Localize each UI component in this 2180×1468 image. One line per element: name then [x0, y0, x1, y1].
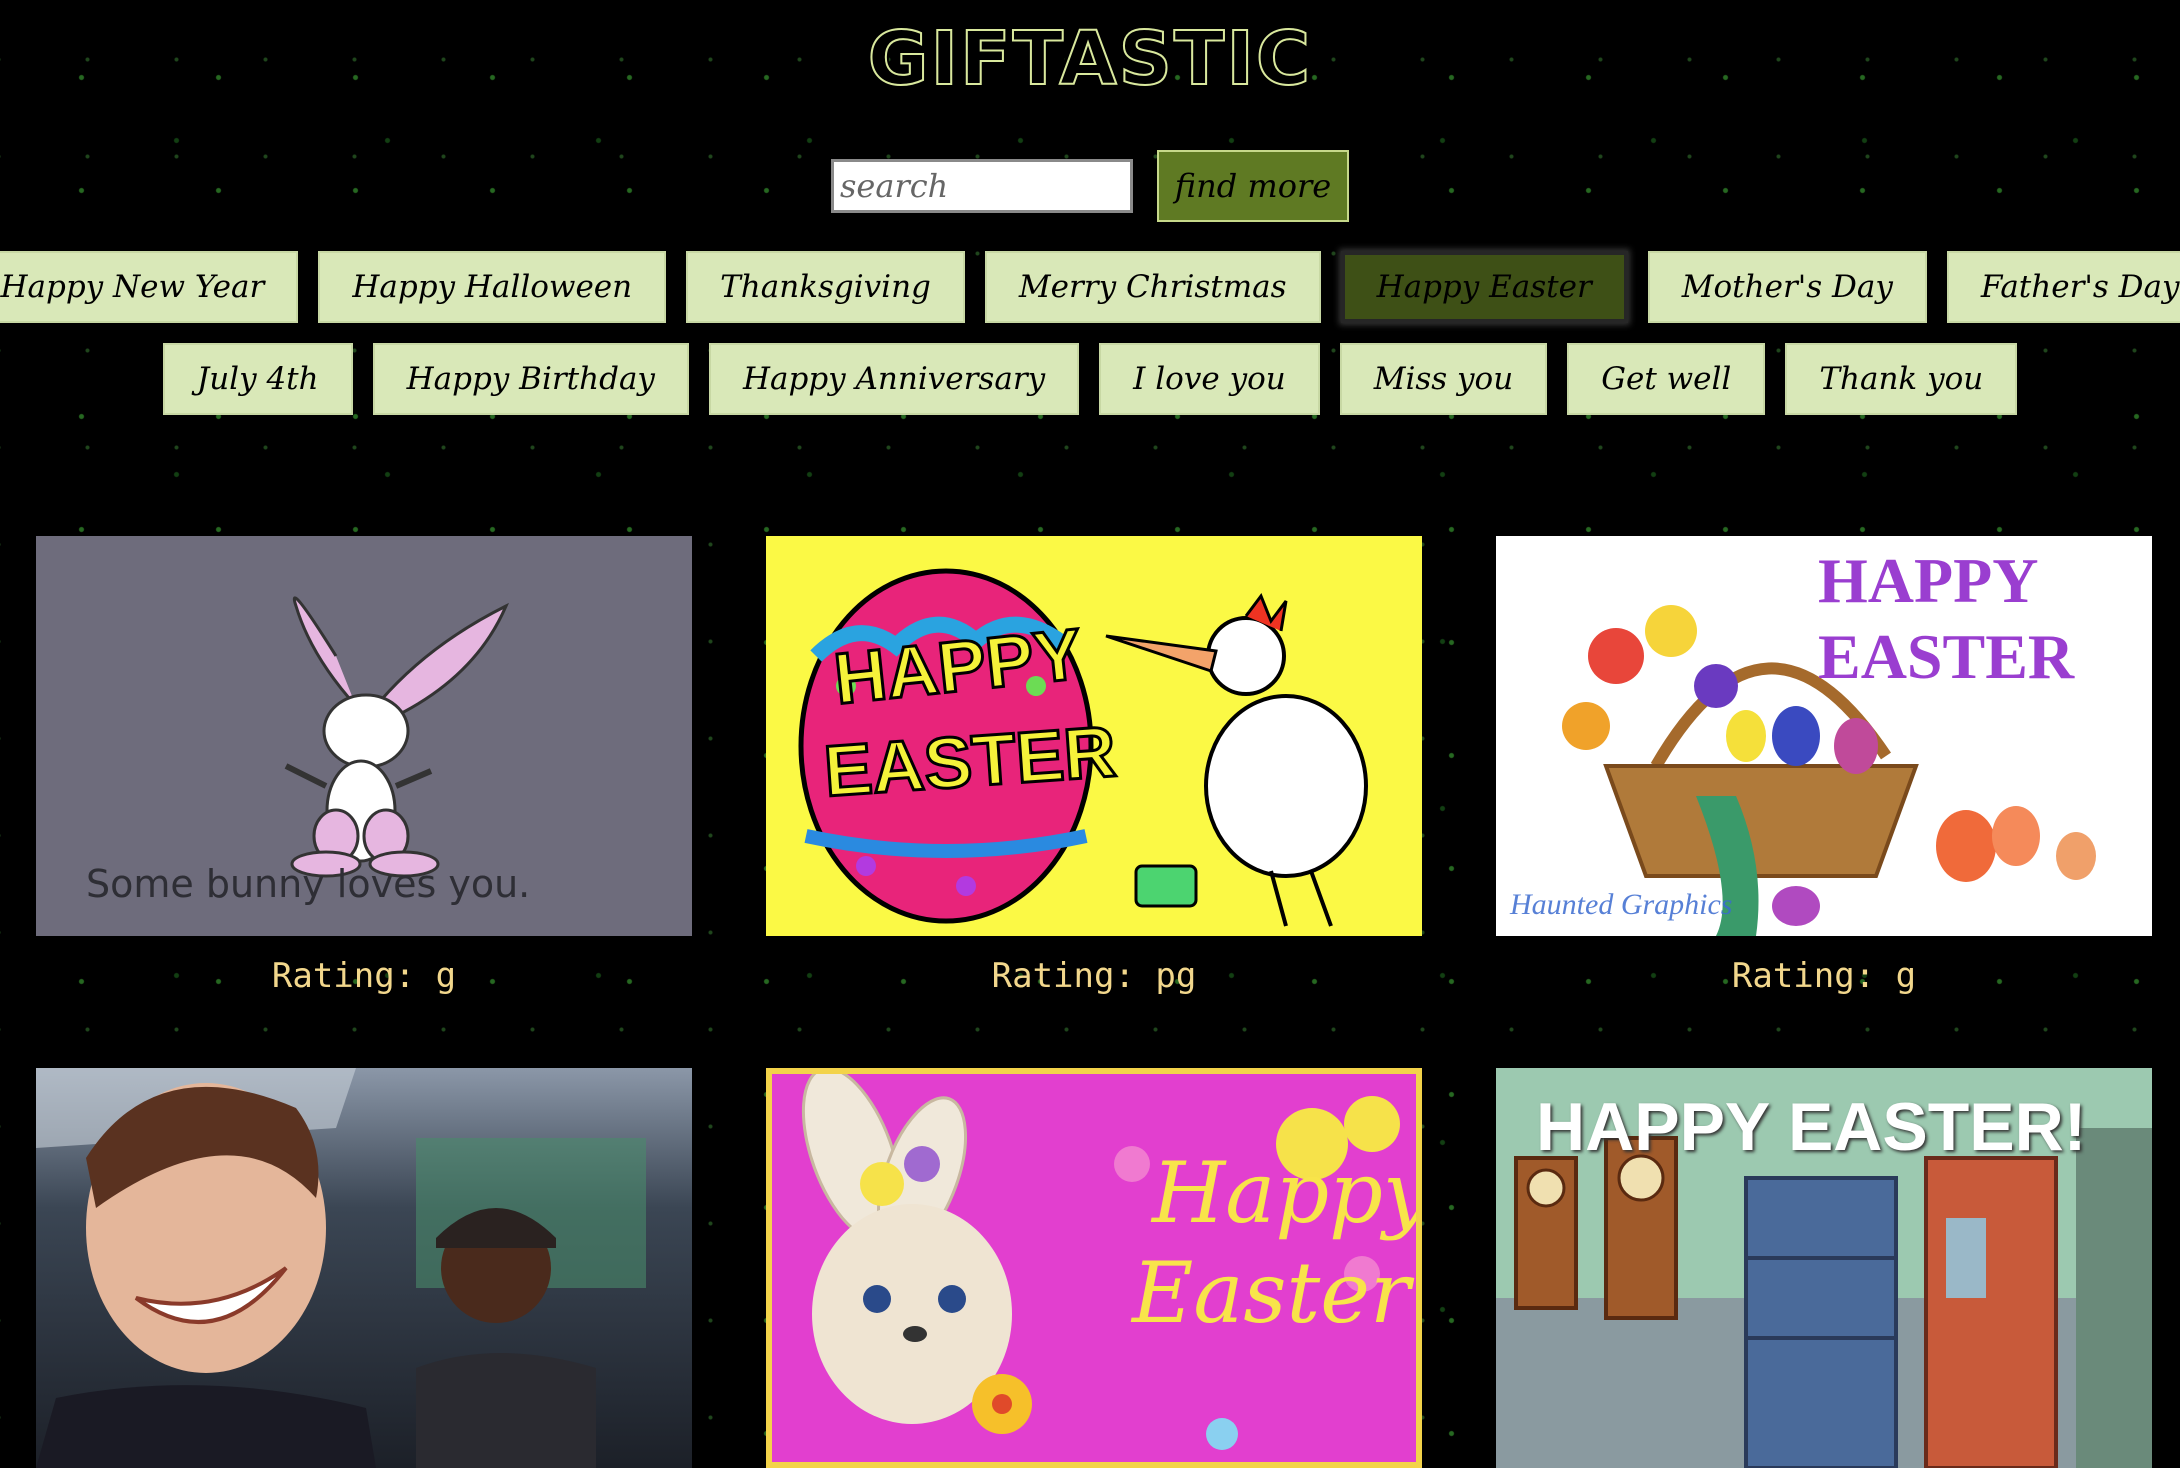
category-button-get-well[interactable]: Get well — [1567, 343, 1766, 415]
category-button-happy-birthday[interactable]: Happy Birthday — [372, 343, 689, 415]
gif-rating: Rating: pg — [991, 956, 1197, 996]
category-button-merry-christmas[interactable]: Merry Christmas — [984, 251, 1321, 323]
category-button-miss-you[interactable]: Miss you — [1339, 343, 1548, 415]
gif-signature: Haunted Graphics — [1510, 888, 1733, 921]
gif-text-line1: HAPPY — [1818, 545, 2039, 616]
gif-text-line2: Easter — [1132, 1244, 1411, 1342]
category-button-happy-easter[interactable]: Happy Easter — [1340, 251, 1628, 323]
gif-image[interactable]: Some bunny loves you. — [36, 536, 692, 936]
search-bar: find more — [0, 150, 2180, 222]
category-button-thank-you[interactable]: Thank you — [1785, 343, 2018, 415]
category-button-happy-halloween[interactable]: Happy Halloween — [318, 251, 667, 323]
gif-text-line1: Happy — [1152, 1144, 1422, 1242]
category-button-happy-anniversary[interactable]: Happy Anniversary — [708, 343, 1080, 415]
category-button-july-4th[interactable]: July 4th — [162, 343, 353, 415]
gif-image[interactable] — [36, 1068, 692, 1468]
gif-image[interactable]: HAPPY EASTER Haunted Graphics — [1496, 536, 2152, 936]
app-title: GIFTASTIC — [867, 15, 1313, 103]
gif-rating: Rating: g — [271, 956, 457, 996]
gif-image[interactable]: HAPPY EASTER — [766, 536, 1422, 936]
gif-card: HAPPY EASTER Haunted Graphics Rating: g — [1496, 536, 2152, 996]
find-more-button[interactable]: find more — [1157, 150, 1349, 222]
category-buttons-row-1: Happy New Year Happy Halloween Thanksgiv… — [0, 251, 2180, 323]
gif-card: Some bunny loves you. Rating: g — [36, 536, 692, 996]
category-buttons-row-2: July 4th Happy Birthday Happy Anniversar… — [0, 343, 2180, 415]
category-button-happy-new-year[interactable]: Happy New Year — [0, 251, 299, 323]
gif-text-line2: EASTER — [1818, 621, 2075, 692]
gif-card: Happy Easter — [766, 1068, 1422, 1468]
search-input[interactable] — [831, 159, 1133, 213]
category-button-fathers-day[interactable]: Father's Day — [1946, 251, 2180, 323]
gif-caption: Some bunny loves you. — [86, 862, 531, 906]
gif-banner: HAPPY EASTER! — [1536, 1089, 2087, 1165]
category-button-mothers-day[interactable]: Mother's Day — [1647, 251, 1927, 323]
gif-rating: Rating: g — [1731, 956, 1917, 996]
category-button-i-love-you[interactable]: I love you — [1099, 343, 1320, 415]
category-button-thanksgiving[interactable]: Thanksgiving — [686, 251, 965, 323]
gif-card: HAPPY EASTER Rating: pg — [766, 536, 1422, 996]
gif-card — [36, 1068, 692, 1468]
smiling-man-photo — [36, 1068, 646, 1468]
gif-image[interactable]: Happy Easter — [766, 1068, 1422, 1468]
gif-image[interactable]: HAPPY EASTER! — [1496, 1068, 2152, 1468]
gif-card: HAPPY EASTER! — [1496, 1068, 2152, 1468]
